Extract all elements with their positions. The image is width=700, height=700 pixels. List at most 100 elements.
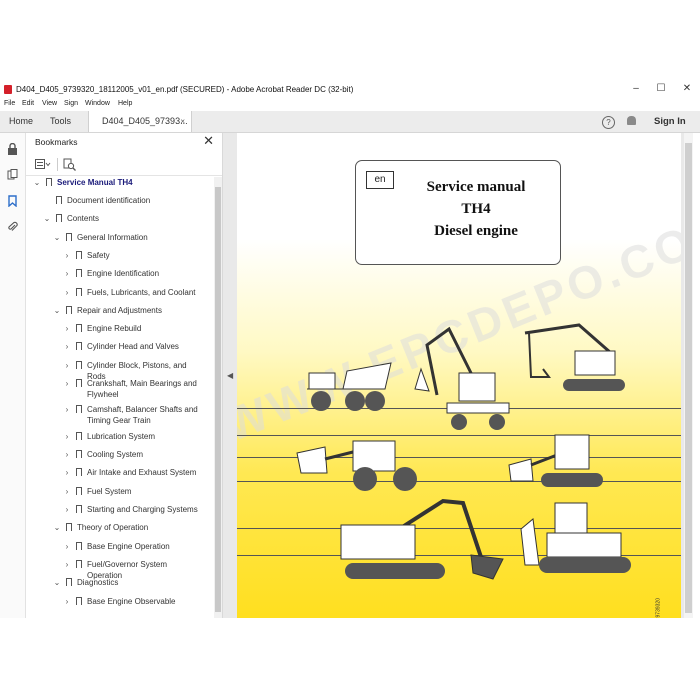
wheeled-excavator-illustration (414, 326, 510, 430)
bookmark-item[interactable]: › Safety (26, 250, 212, 266)
bookmark-item[interactable]: ⌄ General Information (26, 232, 212, 248)
expand-chevron-icon[interactable]: › (63, 541, 71, 552)
bookmark-item[interactable]: › Cylinder Head and Valves (26, 341, 212, 357)
expand-chevron-icon[interactable]: › (63, 559, 71, 570)
close-window-button[interactable]: ✕ (677, 82, 697, 97)
menu-view[interactable]: View (42, 98, 57, 110)
bookmark-root[interactable]: ⌄ Service Manual TH4 (26, 177, 212, 193)
expand-chevron-icon[interactable]: › (63, 504, 71, 515)
lock-icon[interactable] (7, 143, 18, 155)
bookmark-item[interactable]: › Cylinder Block, Pistons, and Rods (26, 360, 212, 381)
bookmarks-scrollbar[interactable] (214, 177, 222, 618)
bookmark-label: Theory of Operation (77, 523, 149, 532)
crawler-dozer-illustration (520, 502, 631, 573)
page-thumbnails-icon[interactable] (7, 169, 18, 181)
bookmark-item[interactable]: › Engine Rebuild (26, 323, 212, 339)
collapse-chevron-icon[interactable]: ⌄ (53, 577, 61, 588)
crawler-excavator-illustration (524, 323, 625, 391)
bookmark-item[interactable]: › Engine Identification (26, 268, 212, 284)
bookmarks-scrollbar-thumb[interactable] (215, 187, 221, 612)
bookmark-item[interactable]: › Starting and Charging Systems (26, 504, 212, 520)
bookmark-item[interactable]: › Cooling System (26, 449, 212, 465)
crawler-loader-illustration (508, 434, 603, 487)
expand-chevron-icon[interactable]: › (63, 360, 71, 371)
maximize-button[interactable]: ☐ (651, 82, 671, 97)
collapse-chevron-icon[interactable]: ⌄ (53, 522, 61, 533)
bookmark-item[interactable]: › Camshaft, Balancer Shafts and Timing Ge… (26, 404, 212, 425)
expand-chevron-icon[interactable]: › (63, 378, 71, 389)
menu-edit[interactable]: Edit (22, 98, 34, 110)
bookmark-icon[interactable] (7, 195, 18, 207)
expand-chevron-icon[interactable]: › (63, 268, 71, 279)
expand-chevron-icon[interactable]: › (63, 323, 71, 334)
bookmark-item[interactable]: › Air Intake and Exhaust System (26, 467, 212, 483)
bookmark-flag-icon (76, 505, 82, 515)
acrobat-app-icon (4, 85, 12, 94)
tab-home[interactable]: Home (9, 111, 33, 132)
bookmark-label: Fuels, Lubricants, and Coolant (87, 288, 196, 297)
minimize-button[interactable]: – (626, 82, 646, 97)
document-scrollbar[interactable] (684, 133, 693, 618)
document-scrollbar-thumb[interactable] (685, 143, 692, 613)
bookmark-label: Air Intake and Exhaust System (87, 468, 197, 477)
expand-chevron-icon[interactable]: › (63, 404, 71, 415)
expand-chevron-icon[interactable]: › (63, 596, 71, 607)
expand-chevron-icon[interactable]: › (63, 250, 71, 261)
help-icon[interactable]: ? (602, 116, 615, 129)
menu-help[interactable]: Help (118, 98, 132, 110)
collapse-chevron-icon[interactable]: ⌄ (33, 177, 41, 188)
bookmarks-panel: Bookmarks ✕ ⌄ Service Manual TH4 Document … (26, 133, 223, 618)
bookmark-flag-icon (76, 450, 82, 460)
bookmark-item[interactable]: ⌄ Theory of Operation (26, 522, 212, 538)
tab-tools[interactable]: Tools (50, 111, 71, 132)
bookmark-item[interactable]: › Base Engine Operation (26, 541, 212, 557)
bookmark-item[interactable]: ⌄ Diagnostics (26, 577, 212, 593)
bookmark-flag-icon (66, 578, 72, 588)
notifications-bell-icon[interactable] (627, 116, 636, 125)
menu-window[interactable]: Window (85, 98, 110, 110)
bookmark-flag-icon (66, 306, 72, 316)
expand-chevron-icon[interactable]: › (63, 341, 71, 352)
expand-chevron-icon[interactable]: › (63, 449, 71, 460)
bookmark-flag-icon (56, 196, 62, 206)
expand-chevron-icon[interactable]: › (63, 287, 71, 298)
bookmark-item[interactable]: ⌄ Contents (26, 213, 212, 229)
bookmark-flag-icon (76, 405, 82, 415)
tab-close-icon[interactable]: × (180, 111, 185, 132)
bookmark-item[interactable]: › Base Engine Observable (26, 596, 212, 612)
menu-file[interactable]: File (4, 98, 15, 110)
sign-in-button[interactable]: Sign In (654, 111, 686, 132)
expand-chevron-icon[interactable]: › (63, 431, 71, 442)
bookmark-options-menu-icon[interactable] (35, 159, 51, 170)
collapse-chevron-icon[interactable]: ⌄ (43, 213, 51, 224)
expand-chevron-icon[interactable]: › (63, 467, 71, 478)
language-code: en (366, 171, 394, 189)
bookmark-item[interactable]: › Crankshaft, Main Bearings and Flywheel (26, 378, 212, 399)
bookmark-flag-icon (76, 597, 82, 607)
bookmark-flag-icon (76, 269, 82, 279)
bookmark-item[interactable]: Document identification (26, 195, 212, 211)
bookmark-label: Crankshaft, Main Bearings and Flywheel (87, 379, 197, 399)
menu-sign[interactable]: Sign (64, 98, 78, 110)
bookmark-item[interactable]: › Fuel/Governor System Operation (26, 559, 212, 580)
find-bookmark-icon[interactable] (63, 158, 76, 171)
toolbar-divider (57, 158, 58, 171)
collapse-chevron-icon[interactable]: ⌄ (53, 232, 61, 243)
bookmark-item[interactable]: › Fuels, Lubricants, and Coolant (26, 287, 212, 303)
expand-chevron-icon[interactable]: › (63, 486, 71, 497)
tab-document[interactable]: D404_D405_97393... × (88, 111, 192, 132)
bookmark-item[interactable]: › Fuel System (26, 486, 212, 502)
bookmarks-close-icon[interactable]: ✕ (203, 134, 214, 148)
bookmark-item[interactable]: ⌄ Repair and Adjustments (26, 305, 212, 321)
bookmark-flag-icon (76, 288, 82, 298)
bookmarks-panel-title: Bookmarks (35, 137, 78, 147)
bookmark-item[interactable]: › Lubrication System (26, 431, 212, 447)
bookmark-label: Fuel System (87, 487, 132, 496)
collapse-panel-arrow-icon[interactable]: ◀ (227, 371, 233, 380)
collapse-chevron-icon[interactable]: ⌄ (53, 305, 61, 316)
attachments-paperclip-icon[interactable] (7, 221, 18, 233)
bookmark-flag-icon (76, 468, 82, 478)
bookmark-label: Repair and Adjustments (77, 306, 162, 315)
bookmark-label: Camshaft, Balancer Shafts and Timing Gea… (87, 405, 198, 425)
bookmark-flag-icon (56, 214, 62, 224)
